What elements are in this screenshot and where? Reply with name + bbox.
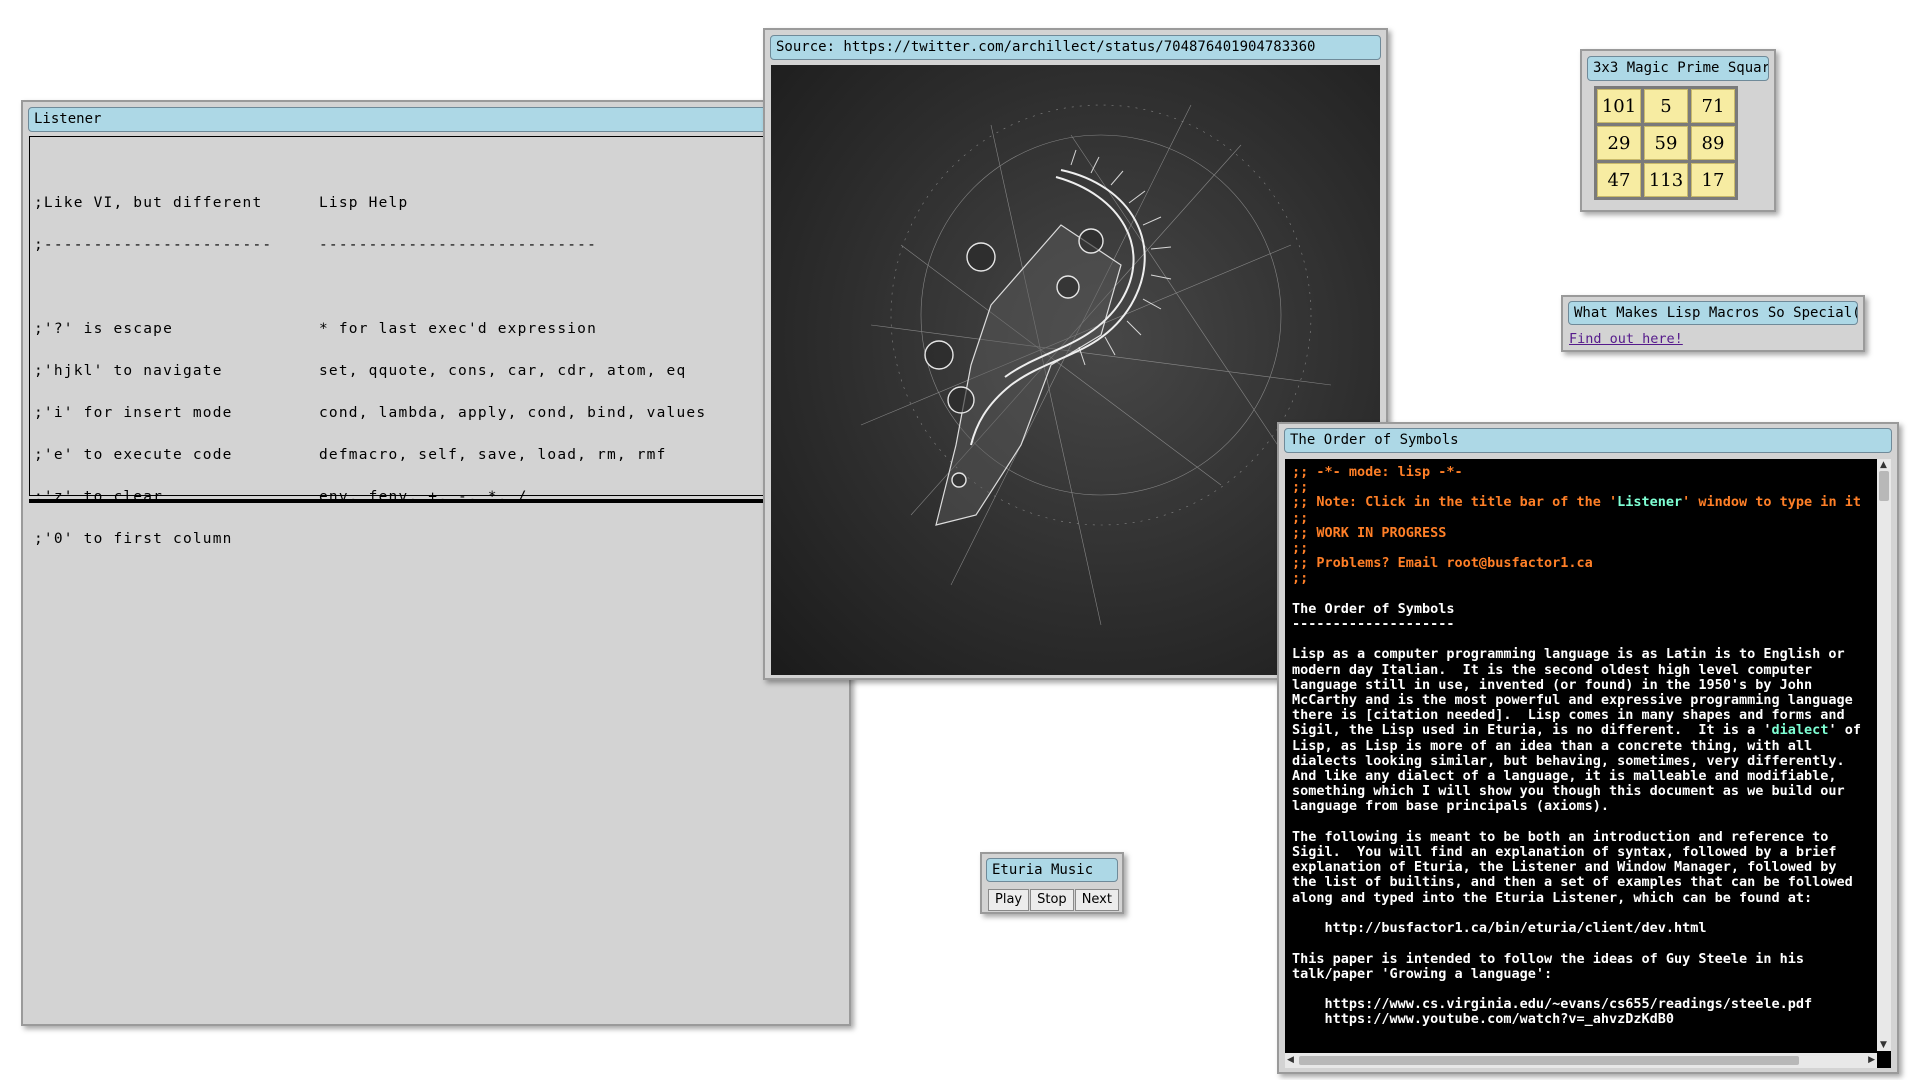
comment-line: ;; Note: Click in the title bar of the ' xyxy=(1292,494,1618,511)
comment-line: ' window to type in it xyxy=(1682,494,1861,511)
horizontal-scrollbar[interactable]: ◀ ▶ xyxy=(1285,1053,1877,1068)
scroll-up-arrow-icon[interactable]: ▲ xyxy=(1880,460,1887,470)
listener-help-left: ;Like VI, but different ;---------------… xyxy=(34,195,273,547)
lisp-macros-title-bar[interactable]: What Makes Lisp Macros So Special(?) xyxy=(1568,301,1858,325)
dialect-keyword: dialect xyxy=(1771,722,1829,739)
image-title-bar[interactable]: Source: https://twitter.com/archillect/s… xyxy=(770,35,1381,60)
horizontal-scroll-thumb[interactable] xyxy=(1299,1056,1799,1065)
magic-cell: 113 xyxy=(1644,163,1688,197)
magic-square-window: 3x3 Magic Prime Square 101 5 71 29 59 89… xyxy=(1580,49,1776,212)
comment-line: ;; xyxy=(1292,509,1309,526)
vertical-scrollbar[interactable]: ▲ ▼ xyxy=(1877,459,1891,1051)
listener-title-bar[interactable]: Listener xyxy=(28,107,844,132)
order-of-symbols-window: The Order of Symbols ;; -*- mode: lisp -… xyxy=(1277,422,1899,1074)
music-controls: Play Stop Next xyxy=(988,889,1119,911)
play-button[interactable]: Play xyxy=(988,889,1030,911)
listener-divider xyxy=(29,499,843,503)
magic-cell: 5 xyxy=(1644,89,1688,123)
comment-line: ;; -*- mode: lisp -*- xyxy=(1292,464,1463,480)
next-button[interactable]: Next xyxy=(1074,889,1119,911)
paragraph: Lisp as a computer programming language … xyxy=(1292,646,1853,739)
listener-window: Listener ;Like VI, but different ;------… xyxy=(21,100,851,1026)
document-heading: The Order of Symbols xyxy=(1292,600,1455,617)
magic-cell: 71 xyxy=(1691,89,1735,123)
paragraph: This paper is intended to follow the ide… xyxy=(1292,950,1805,982)
comment-line: ;; Problems? Email root@busfactor1.ca xyxy=(1292,555,1593,572)
comment-line: ;; xyxy=(1292,479,1309,496)
stop-button[interactable]: Stop xyxy=(1030,889,1074,911)
url-line: http://busfactor1.ca/bin/eturia/client/d… xyxy=(1292,920,1707,937)
listener-text-area[interactable]: ;Like VI, but different ;---------------… xyxy=(29,136,843,546)
vertical-scroll-thumb[interactable] xyxy=(1879,471,1889,501)
url-line: https://www.cs.virginia.edu/~evans/cs655… xyxy=(1292,996,1813,1013)
heading-rule: -------------------- xyxy=(1292,616,1455,633)
magic-cell: 17 xyxy=(1691,163,1735,197)
magic-cell: 89 xyxy=(1691,126,1735,160)
scroll-right-arrow-icon[interactable]: ▶ xyxy=(1868,1055,1875,1065)
magic-cell: 47 xyxy=(1597,163,1641,197)
music-title-bar[interactable]: Eturia Music xyxy=(986,858,1118,882)
scroll-left-arrow-icon[interactable]: ◀ xyxy=(1287,1055,1294,1065)
magic-square-title-bar[interactable]: 3x3 Magic Prime Square xyxy=(1587,56,1769,81)
find-out-here-link[interactable]: Find out here! xyxy=(1569,331,1683,347)
scroll-down-arrow-icon[interactable]: ▼ xyxy=(1880,1040,1887,1050)
order-title-bar[interactable]: The Order of Symbols xyxy=(1284,428,1892,453)
magic-cell: 29 xyxy=(1597,126,1641,160)
lisp-macros-window: What Makes Lisp Macros So Special(?) Fin… xyxy=(1561,295,1865,352)
listener-keyword: Listener xyxy=(1617,494,1683,511)
magic-cell: 101 xyxy=(1597,89,1641,123)
comment-line: ;; xyxy=(1292,570,1309,587)
document-text: ;; -*- mode: lisp -*- ;; ;; Note: Click … xyxy=(1292,464,1872,1028)
magic-cell: 59 xyxy=(1644,126,1688,160)
magic-square-grid: 101 5 71 29 59 89 47 113 17 xyxy=(1594,86,1738,200)
document-view[interactable]: ;; -*- mode: lisp -*- ;; ;; Note: Click … xyxy=(1285,459,1891,1068)
comment-line: ;; xyxy=(1292,540,1309,557)
comment-line: ;; WORK IN PROGRESS xyxy=(1292,524,1447,541)
paragraph: The following is meant to be both an int… xyxy=(1292,828,1853,906)
url-line: https://www.youtube.com/watch?v=_ahvzDzK… xyxy=(1292,1011,1675,1028)
listener-help-right: Lisp Help ---------------------------- ​… xyxy=(319,195,707,505)
eturia-music-window: Eturia Music Play Stop Next xyxy=(980,852,1124,914)
